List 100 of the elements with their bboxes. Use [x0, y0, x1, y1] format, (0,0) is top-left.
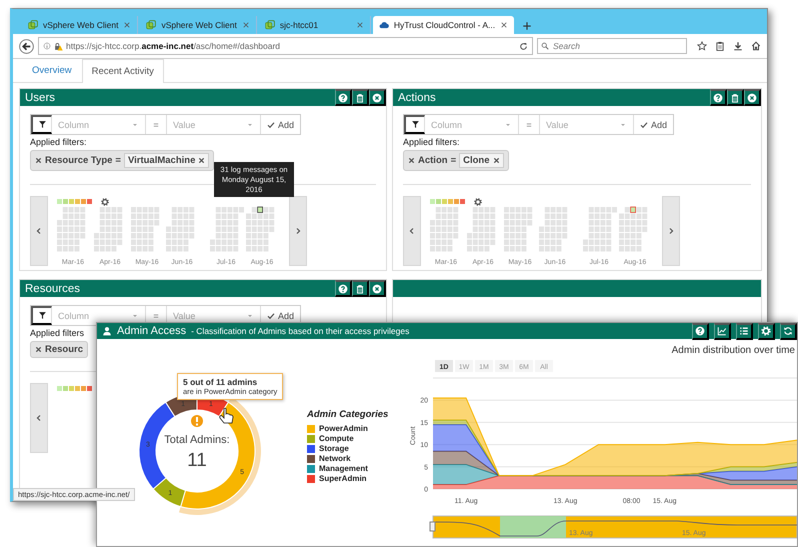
funnel-icon [410, 120, 420, 129]
chevron-left-icon [35, 227, 43, 235]
close-icon[interactable] [500, 21, 508, 29]
check-icon [267, 312, 275, 320]
donut-slice[interactable] [152, 477, 186, 508]
applied-filters-label: Applied filters: [30, 137, 87, 147]
filter-field: Action [418, 155, 448, 166]
settings-icon [761, 326, 771, 336]
search-field[interactable]: Search [537, 38, 687, 54]
close-icon[interactable] [356, 21, 364, 29]
close-icon[interactable] [123, 21, 132, 29]
legend-label[interactable]: SuperAdmin [319, 474, 367, 483]
browser-tab[interactable]: vSphere Web Client [22, 16, 138, 34]
delete-button[interactable] [352, 89, 369, 106]
chart-view-button[interactable] [714, 322, 731, 340]
close-button[interactable] [369, 89, 386, 106]
x-icon[interactable] [198, 157, 206, 164]
remove-filter-button[interactable] [35, 157, 42, 164]
reload-icon[interactable] [519, 42, 528, 50]
line-chart-icon [717, 326, 727, 336]
legend-title: Admin Categories [307, 409, 388, 420]
help-icon [695, 326, 705, 336]
chart-title: Admin distribution over time [672, 345, 795, 356]
chevron-right-icon [667, 227, 675, 235]
filter-button[interactable] [31, 306, 52, 325]
filter-value: VirtualMachine [124, 153, 210, 168]
x-icon [35, 346, 42, 353]
color-scale [430, 199, 465, 204]
filter-button[interactable] [404, 115, 425, 134]
close-icon [747, 92, 757, 102]
refresh-button[interactable] [780, 322, 797, 340]
chevron-left-icon [408, 227, 416, 235]
info-icon [43, 42, 51, 50]
gear-icon[interactable] [474, 198, 482, 206]
list-icon [739, 326, 749, 336]
filter-field: Resource Type [45, 155, 112, 166]
trash-icon [355, 284, 365, 294]
panel-subtitle: - Classification of Admins based on their access privileges [191, 326, 410, 336]
refresh-icon [783, 326, 793, 336]
logo-icon [264, 20, 275, 30]
address-bar[interactable]: https://sjc-htcc.corp.acme-inc.net/asc/home#/dashboard [38, 37, 533, 55]
lock-warning-icon [54, 42, 63, 50]
close-button[interactable] [369, 280, 386, 297]
delete-button[interactable] [727, 89, 744, 106]
chevron-left-icon [35, 414, 43, 422]
filter-value: Clone [459, 153, 504, 168]
applied-filters-label: Applied filters: [403, 137, 460, 147]
help-icon [713, 92, 723, 102]
trash-icon [730, 92, 740, 102]
logo-icon [28, 20, 38, 30]
help-button[interactable] [335, 280, 352, 297]
browser-tab[interactable]: HyTrust CloudControl - A... [372, 16, 514, 34]
remove-filter-button[interactable] [35, 346, 42, 353]
help-icon [338, 284, 348, 294]
legend-label[interactable]: Storage [319, 444, 349, 453]
legend-label[interactable]: Network [319, 454, 351, 463]
back-icon[interactable] [19, 38, 34, 54]
x-icon [408, 157, 415, 164]
legend-label[interactable]: Management [319, 464, 368, 473]
cloud-icon [378, 20, 389, 30]
legend-label[interactable]: PowerAdmin [319, 424, 368, 433]
range-navigator[interactable] [430, 516, 797, 538]
plus-icon[interactable] [522, 21, 532, 31]
page-tab[interactable]: Recent Activity [82, 59, 164, 83]
close-icon [372, 284, 382, 294]
check-icon [267, 120, 275, 128]
gear-icon[interactable] [101, 198, 109, 206]
list-view-button[interactable] [736, 322, 753, 340]
settings-button[interactable] [758, 322, 775, 340]
applied-filters-label: Applied filters [30, 328, 84, 338]
clipboard-icon[interactable] [715, 41, 725, 51]
browser-tab[interactable]: vSphere Web Client [140, 16, 257, 34]
filter-button[interactable] [31, 115, 52, 134]
delete-button[interactable] [352, 280, 369, 297]
check-icon [640, 120, 648, 128]
filter-operator: = [450, 155, 456, 166]
panel-title: Actions [397, 92, 437, 104]
browser-tab[interactable]: sjc-htcc01 [258, 16, 371, 34]
panel-title: Resources [24, 282, 81, 294]
warning-icon [191, 415, 203, 427]
funnel-icon [38, 311, 46, 320]
star-icon[interactable] [697, 41, 707, 51]
filter-operator: = [115, 155, 121, 166]
download-icon[interactable] [733, 41, 743, 51]
funnel-icon [38, 120, 46, 129]
help-button[interactable] [710, 89, 727, 106]
help-button[interactable] [335, 89, 352, 106]
help-icon [338, 92, 348, 102]
x-icon [35, 157, 42, 164]
legend-label[interactable]: Compute [319, 434, 354, 443]
close-button[interactable] [744, 89, 761, 106]
remove-filter-button[interactable] [408, 157, 415, 164]
search-icon [541, 42, 549, 50]
home-icon[interactable] [751, 41, 761, 51]
page-tab[interactable]: Overview [22, 58, 82, 82]
help-button[interactable] [692, 322, 709, 340]
hand-cursor-icon [219, 408, 234, 424]
close-icon[interactable] [242, 21, 250, 29]
x-icon[interactable] [492, 157, 500, 164]
color-scale [57, 386, 92, 391]
